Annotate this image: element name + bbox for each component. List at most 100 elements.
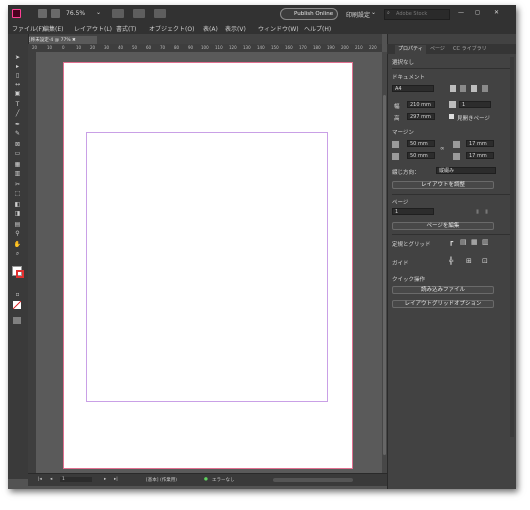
type-tool-icon[interactable]: T bbox=[13, 101, 22, 108]
zoom-dropdown-icon[interactable]: ⌄ bbox=[96, 9, 101, 16]
stock-icon[interactable] bbox=[51, 9, 60, 18]
guides-toggle-icon[interactable]: ╬ bbox=[449, 257, 453, 265]
smart-guides-icon[interactable]: ⊞ bbox=[466, 257, 472, 265]
edit-page-button[interactable]: ページを編集 bbox=[392, 222, 494, 230]
prev-page-icon[interactable]: ◂ bbox=[50, 477, 52, 482]
page-number-field[interactable]: 1 bbox=[60, 477, 92, 482]
ruler-tick: 0 bbox=[62, 45, 65, 50]
formatting-affects-icon[interactable]: ▫ bbox=[13, 291, 22, 298]
note-tool-icon[interactable]: ▤ bbox=[13, 221, 22, 228]
direct-selection-tool-icon[interactable]: ▸ bbox=[13, 63, 22, 70]
gradient-swatch-tool-icon[interactable]: ◧ bbox=[13, 201, 22, 208]
apply-color-icon[interactable] bbox=[13, 301, 21, 309]
panel-scrollbar[interactable] bbox=[510, 57, 514, 437]
margin-link-icon[interactable]: ∞ bbox=[440, 146, 445, 152]
ruler-tick: 70 bbox=[160, 45, 166, 50]
stroke-swatch-icon[interactable] bbox=[16, 270, 24, 278]
selection-tool-icon[interactable]: ➤ bbox=[13, 54, 22, 61]
master-style-label[interactable]: [基本] (作業用) bbox=[146, 477, 177, 483]
tab-pages[interactable]: ページ bbox=[427, 45, 448, 54]
content-collector-icon[interactable]: ▣ bbox=[13, 90, 22, 97]
margin-right-field[interactable]: 17 mm bbox=[466, 152, 494, 159]
preflight-status[interactable]: エラーなし bbox=[212, 477, 235, 483]
rulers-grids-heading: 定規とグリッド bbox=[392, 242, 431, 248]
zoom-tool-icon[interactable]: ⌕ bbox=[13, 250, 22, 257]
screen-mode-tool-icon[interactable] bbox=[13, 317, 21, 324]
margin-top-field[interactable]: 50 mm bbox=[407, 140, 435, 147]
pen-tool-icon[interactable]: ✒ bbox=[13, 121, 22, 128]
maximize-button[interactable]: ◻ bbox=[475, 9, 480, 16]
import-file-button[interactable]: 読み込みファイル bbox=[392, 286, 494, 294]
baseline-grid-icon[interactable]: ▤ bbox=[460, 238, 467, 246]
menu-file[interactable]: ファイル(F) bbox=[12, 24, 44, 33]
margin-left-field[interactable]: 17 mm bbox=[466, 140, 494, 147]
ruler-toggle-icon[interactable]: ┏ bbox=[449, 238, 453, 246]
menu-help[interactable]: ヘルプ(H) bbox=[304, 24, 331, 33]
menu-edit[interactable]: 編集(E) bbox=[43, 24, 63, 33]
rectangle-frame-tool-icon[interactable]: ⊠ bbox=[13, 141, 22, 148]
menu-view[interactable]: 表示(V) bbox=[225, 24, 246, 33]
width-field[interactable]: 210 mm bbox=[407, 101, 435, 108]
last-page-icon[interactable]: ▸| bbox=[114, 477, 118, 482]
margin-bottom-field[interactable]: 50 mm bbox=[407, 152, 435, 159]
bridge-icon[interactable] bbox=[38, 9, 47, 18]
scissors-tool-icon[interactable]: ✂ bbox=[13, 181, 22, 188]
ruler-tick: 30 bbox=[104, 45, 110, 50]
indesign-window: 76.5% ⌄ Publish Online 印刷設定 ⌄ Adobe Stoc… bbox=[8, 5, 516, 489]
minimize-button[interactable]: — bbox=[458, 9, 464, 16]
tab-properties[interactable]: プロパティ bbox=[395, 45, 426, 54]
layout-grid-options-button[interactable]: レイアウトグリッドオプション bbox=[392, 300, 494, 308]
stock-search-field[interactable]: Adobe Stock ⌕ bbox=[384, 9, 450, 20]
pages-count-field[interactable]: 1 bbox=[459, 101, 491, 108]
first-page-icon[interactable]: |◂ bbox=[38, 477, 42, 482]
tab-cc-libraries[interactable]: CC ライブラリ bbox=[450, 45, 490, 54]
vertical-scroll-thumb[interactable] bbox=[383, 95, 386, 455]
page-size-select[interactable]: A4 bbox=[392, 85, 434, 92]
frame-grid-tool-icon[interactable]: ▦ bbox=[13, 161, 22, 168]
free-transform-tool-icon[interactable]: ⬚ bbox=[13, 190, 22, 197]
page-tool-icon[interactable]: ▯ bbox=[13, 72, 22, 79]
rectangle-tool-icon[interactable]: ▭ bbox=[13, 150, 22, 157]
arrange-documents-icon[interactable] bbox=[154, 9, 166, 18]
workspace-switcher[interactable]: 印刷設定 bbox=[346, 10, 370, 19]
publish-online-label: Publish Online bbox=[294, 11, 334, 17]
hand-tool-icon[interactable]: ✋ bbox=[13, 241, 22, 248]
document-tab-bar: *名称未設定-4 @ 77% ✖ bbox=[18, 34, 382, 44]
portrait-orientation-icon[interactable] bbox=[450, 85, 456, 92]
publish-online-button[interactable]: Publish Online bbox=[280, 8, 338, 20]
binding-right-icon[interactable] bbox=[482, 85, 488, 92]
lock-guides-icon[interactable]: ⊡ bbox=[482, 257, 488, 265]
line-tool-icon[interactable]: ╱ bbox=[13, 110, 22, 117]
menu-type[interactable]: 書式(T) bbox=[116, 24, 136, 33]
menu-layout[interactable]: レイアウト(L) bbox=[74, 24, 112, 33]
binding-left-icon[interactable] bbox=[471, 85, 477, 92]
menu-window[interactable]: ウィンドウ(W) bbox=[258, 24, 299, 33]
next-page-icon[interactable]: ▸ bbox=[104, 477, 106, 482]
vertical-grid-tool-icon[interactable]: ▥ bbox=[13, 170, 22, 177]
view-options-icon[interactable] bbox=[112, 9, 124, 18]
zoom-level[interactable]: 76.5% bbox=[66, 10, 85, 17]
ruler-tick: 80 bbox=[174, 45, 180, 50]
binding-direction-select[interactable]: 縦綴み bbox=[436, 167, 496, 174]
add-page-icon[interactable]: ▮ bbox=[476, 209, 479, 215]
gradient-feather-tool-icon[interactable]: ◨ bbox=[13, 210, 22, 217]
menu-table[interactable]: 表(A) bbox=[203, 24, 218, 33]
delete-page-icon[interactable]: ▮ bbox=[485, 209, 488, 215]
gap-tool-icon[interactable]: ↔ bbox=[13, 81, 22, 88]
layout-grid-icon[interactable]: ▥ bbox=[482, 238, 489, 246]
document-grid-icon[interactable]: ▦ bbox=[471, 238, 478, 246]
height-field[interactable]: 297 mm bbox=[407, 113, 435, 120]
facing-pages-checkbox[interactable] bbox=[449, 114, 454, 119]
eyedropper-tool-icon[interactable]: ⚲ bbox=[13, 230, 22, 237]
adjust-layout-button[interactable]: レイアウトを調整 bbox=[392, 181, 494, 189]
horizontal-scrollbar[interactable] bbox=[273, 478, 353, 482]
close-button[interactable]: ✕ bbox=[494, 9, 499, 16]
landscape-orientation-icon[interactable] bbox=[460, 85, 466, 92]
document-heading: ドキュメント bbox=[392, 75, 426, 81]
workspace-dropdown-icon[interactable]: ⌄ bbox=[371, 9, 376, 16]
pencil-tool-icon[interactable]: ✎ bbox=[13, 130, 22, 137]
menu-bar: ファイル(F) 編集(E) レイアウト(L) 書式(T) オブジェクト(O) 表… bbox=[8, 22, 516, 34]
menu-object[interactable]: オブジェクト(O) bbox=[149, 24, 194, 33]
page-select[interactable]: 1 bbox=[392, 208, 434, 215]
screen-mode-icon[interactable] bbox=[133, 9, 145, 18]
